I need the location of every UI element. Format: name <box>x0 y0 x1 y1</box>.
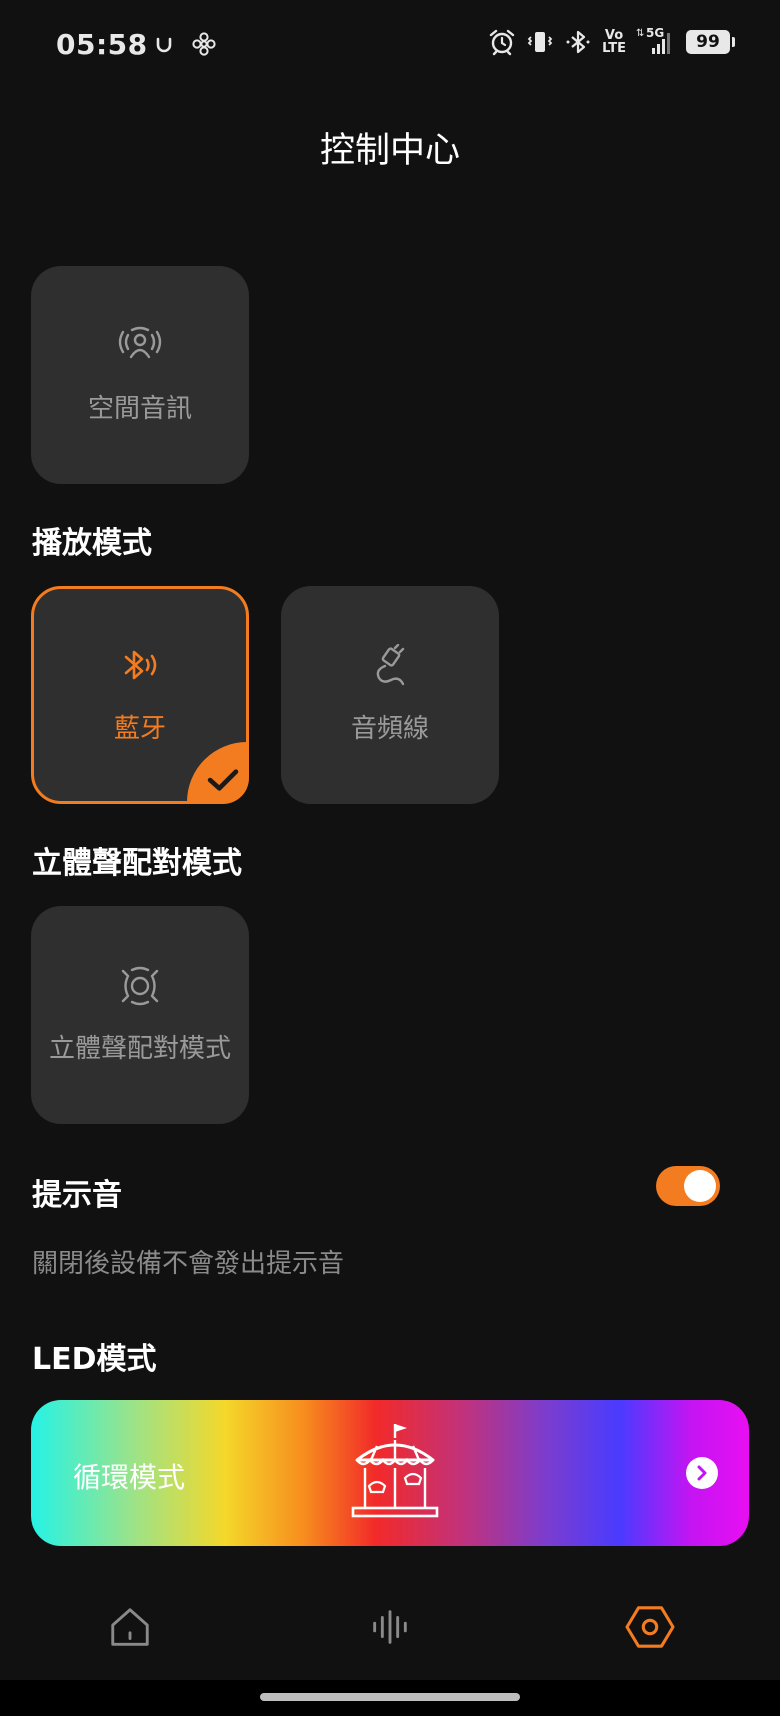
hexagon-settings-icon <box>625 1606 675 1648</box>
signal-5g-icon: 5G ⇅ <box>636 26 676 56</box>
selected-check-badge <box>187 742 249 804</box>
sound-wave-icon <box>373 1610 407 1644</box>
page-title: 控制中心 <box>319 131 460 171</box>
stereo-pair-icon <box>121 966 159 1006</box>
status-time: 05:58 <box>56 28 148 61</box>
volte-bottom-text: LTE <box>602 41 626 56</box>
status-right-icons: Vo LTE 5G ⇅ 99 <box>488 26 735 56</box>
chevron-right-icon <box>697 1465 707 1481</box>
bluetooth-icon <box>566 30 590 54</box>
audio-cable-mode-tile[interactable]: 音頻線 <box>281 586 499 804</box>
check-icon <box>207 769 239 791</box>
alarm-icon <box>489 29 515 56</box>
volte-icon: Vo LTE <box>602 29 626 55</box>
toggle-knob <box>684 1170 716 1202</box>
home-icon <box>111 1608 149 1646</box>
nav-home[interactable] <box>100 1592 160 1662</box>
led-mode-arrow-button[interactable] <box>686 1457 718 1489</box>
status-left-icons <box>152 30 218 58</box>
prompt-tone-hint: 關閉後設備不會發出提示音 <box>32 1249 345 1279</box>
audio-cable-icon <box>376 644 405 686</box>
audio-cable-mode-label: 音頻線 <box>350 714 429 744</box>
battery-level: 99 <box>696 32 720 52</box>
nav-sound[interactable] <box>360 1592 420 1662</box>
bluetooth-sound-icon <box>124 650 157 680</box>
stereo-pairing-title: 立體聲配對模式 <box>32 846 242 881</box>
prompt-tone-toggle[interactable] <box>656 1166 720 1206</box>
bluetooth-mode-tile[interactable]: 藍牙 <box>31 586 249 804</box>
spatial-audio-label: 空間音訊 <box>87 394 192 424</box>
fan-icon <box>192 32 216 56</box>
nav-settings[interactable] <box>620 1592 680 1662</box>
spatial-audio-tile[interactable]: 空間音訊 <box>31 266 249 484</box>
playback-mode-title: 播放模式 <box>32 526 152 561</box>
stereo-pairing-tile[interactable]: 立體聲配對模式 <box>31 906 249 1124</box>
led-mode-card[interactable]: 循環模式 <box>31 1400 749 1546</box>
spatial-audio-icon <box>118 326 162 359</box>
battery-icon: 99 <box>686 30 735 54</box>
prompt-tone-title: 提示音 <box>32 1178 122 1213</box>
status-bar: 05:58 Vo LTE 5G ⇅ 99 <box>0 0 780 94</box>
stereo-pairing-tile-label: 立體聲配對模式 <box>48 1034 231 1064</box>
vibrate-icon <box>527 32 553 52</box>
led-mode-title: LED模式 <box>32 1342 157 1377</box>
carousel-icon <box>351 1424 439 1518</box>
home-indicator[interactable] <box>260 1693 520 1701</box>
bluetooth-mode-label: 藍牙 <box>113 714 166 744</box>
bottom-nav <box>0 1592 780 1672</box>
led-mode-label: 循環模式 <box>73 1461 186 1494</box>
u-icon <box>156 37 172 53</box>
